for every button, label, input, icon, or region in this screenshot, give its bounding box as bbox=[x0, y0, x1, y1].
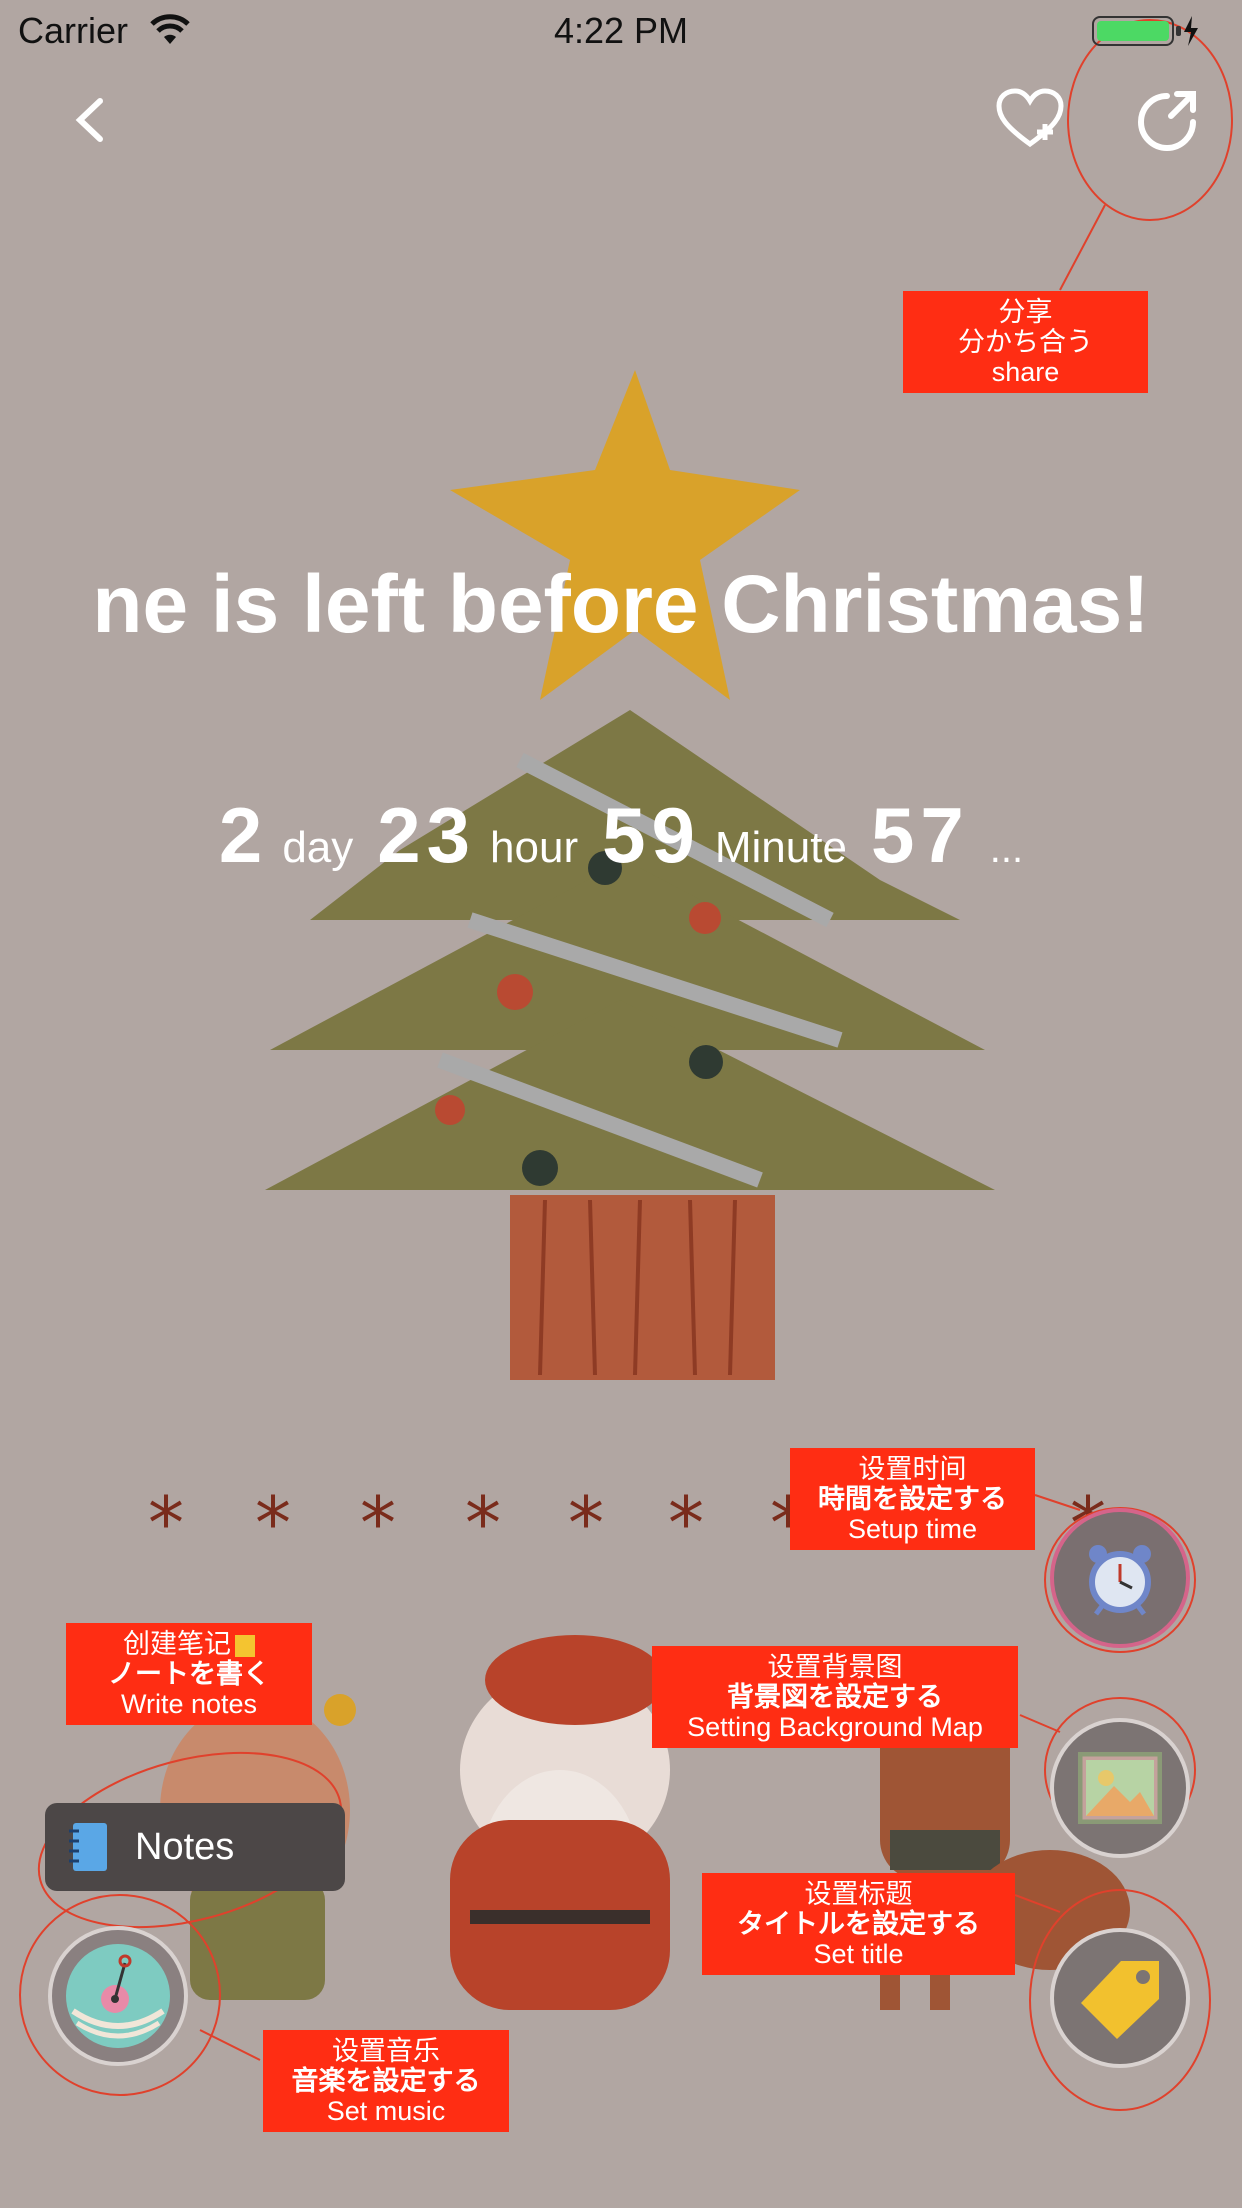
annotation-title-ja: タイトルを設定する bbox=[737, 1909, 980, 1939]
annotation-notes-zh-row: 创建笔记 bbox=[66, 1629, 312, 1659]
annotation-music-zh: 设置音乐 bbox=[332, 2036, 440, 2066]
share-button[interactable] bbox=[1122, 75, 1212, 165]
countdown-more: ... bbox=[989, 827, 1024, 871]
svg-text:*: * bbox=[568, 1481, 604, 1565]
notes-button[interactable]: Notes bbox=[45, 1803, 345, 1891]
annotation-bg-zh: 设置背景图 bbox=[767, 1652, 903, 1682]
back-button[interactable] bbox=[45, 75, 135, 165]
annotation-background: 设置背景图 背景図を設定する Setting Background Map bbox=[652, 1646, 1018, 1748]
annotation-share-zh: 分享 bbox=[998, 297, 1053, 327]
annotation-set-title: 设置标题 タイトルを設定する Set title bbox=[702, 1873, 1015, 1975]
annotation-notes-en: Write notes bbox=[120, 1689, 258, 1719]
annotation-music-en: Set music bbox=[326, 2096, 446, 2126]
battery-icon bbox=[1092, 16, 1198, 46]
set-music-button[interactable] bbox=[48, 1926, 188, 2066]
annotation-notes-zh: 创建笔记 bbox=[123, 1629, 231, 1659]
annotation-write-notes: 创建笔记 ノートを書く Write notes bbox=[66, 1623, 312, 1725]
annotation-time-en: Setup time bbox=[847, 1514, 978, 1544]
countdown-seconds: 57 bbox=[870, 791, 970, 879]
notes-label: Notes bbox=[135, 1825, 235, 1868]
svg-text:*: * bbox=[255, 1481, 291, 1565]
heart-plus-icon bbox=[996, 88, 1064, 148]
annotation-title-zh: 设置标题 bbox=[804, 1879, 913, 1909]
chevron-left-icon bbox=[75, 98, 103, 142]
annotation-music-ja: 音楽を設定する bbox=[291, 2066, 481, 2096]
set-title-button[interactable] bbox=[1050, 1928, 1190, 2068]
countdown-hours-unit: hour bbox=[490, 823, 579, 872]
alarm-clock-icon bbox=[1089, 1545, 1151, 1616]
vinyl-record-icon bbox=[66, 1944, 170, 2048]
countdown-days: 2 bbox=[218, 791, 269, 879]
annotation-share-en: share bbox=[991, 357, 1060, 387]
headline-marquee[interactable]: ne is left before Christmas! bbox=[90, 555, 1152, 655]
countdown-minutes: 59 bbox=[602, 791, 701, 879]
countdown-minutes-unit: Minute bbox=[714, 823, 847, 872]
svg-text:*: * bbox=[148, 1481, 184, 1565]
svg-text:*: * bbox=[465, 1481, 501, 1565]
annotation-time-zh: 设置时间 bbox=[858, 1454, 967, 1484]
annotation-share: 分享 分かち合う share bbox=[903, 291, 1148, 393]
image-icon bbox=[1078, 1752, 1162, 1824]
annotation-share-ja: 分かち合う bbox=[958, 327, 1093, 357]
tag-icon bbox=[1081, 1961, 1159, 2039]
annotation-title-en: Set title bbox=[813, 1939, 904, 1969]
countdown-timer: 2 day 23 hour 59 Minute 57... bbox=[0, 790, 1242, 881]
annotation-notes-ja: ノートを書く bbox=[108, 1659, 270, 1689]
annotation-set-music: 设置音乐 音楽を設定する Set music bbox=[263, 2030, 509, 2132]
status-time: 4:22 PM bbox=[553, 10, 689, 51]
notebook-icon bbox=[69, 1823, 107, 1871]
countdown-hours: 23 bbox=[377, 791, 477, 879]
favorite-button[interactable] bbox=[985, 75, 1075, 165]
annotation-bg-en: Setting Background Map bbox=[687, 1712, 983, 1742]
notepad-emoji-icon bbox=[235, 1634, 255, 1657]
annotation-time-ja: 時間を設定する bbox=[818, 1484, 1007, 1514]
annotation-bg-ja: 背景図を設定する bbox=[727, 1682, 943, 1712]
svg-text:*: * bbox=[360, 1481, 396, 1565]
svg-text:*: * bbox=[668, 1481, 704, 1565]
set-time-button[interactable] bbox=[1050, 1508, 1190, 1648]
set-background-button[interactable] bbox=[1050, 1718, 1190, 1858]
annotation-setup-time: 设置时间 時間を設定する Setup time bbox=[790, 1448, 1035, 1550]
share-icon bbox=[1138, 91, 1196, 151]
countdown-days-unit: day bbox=[282, 823, 354, 872]
